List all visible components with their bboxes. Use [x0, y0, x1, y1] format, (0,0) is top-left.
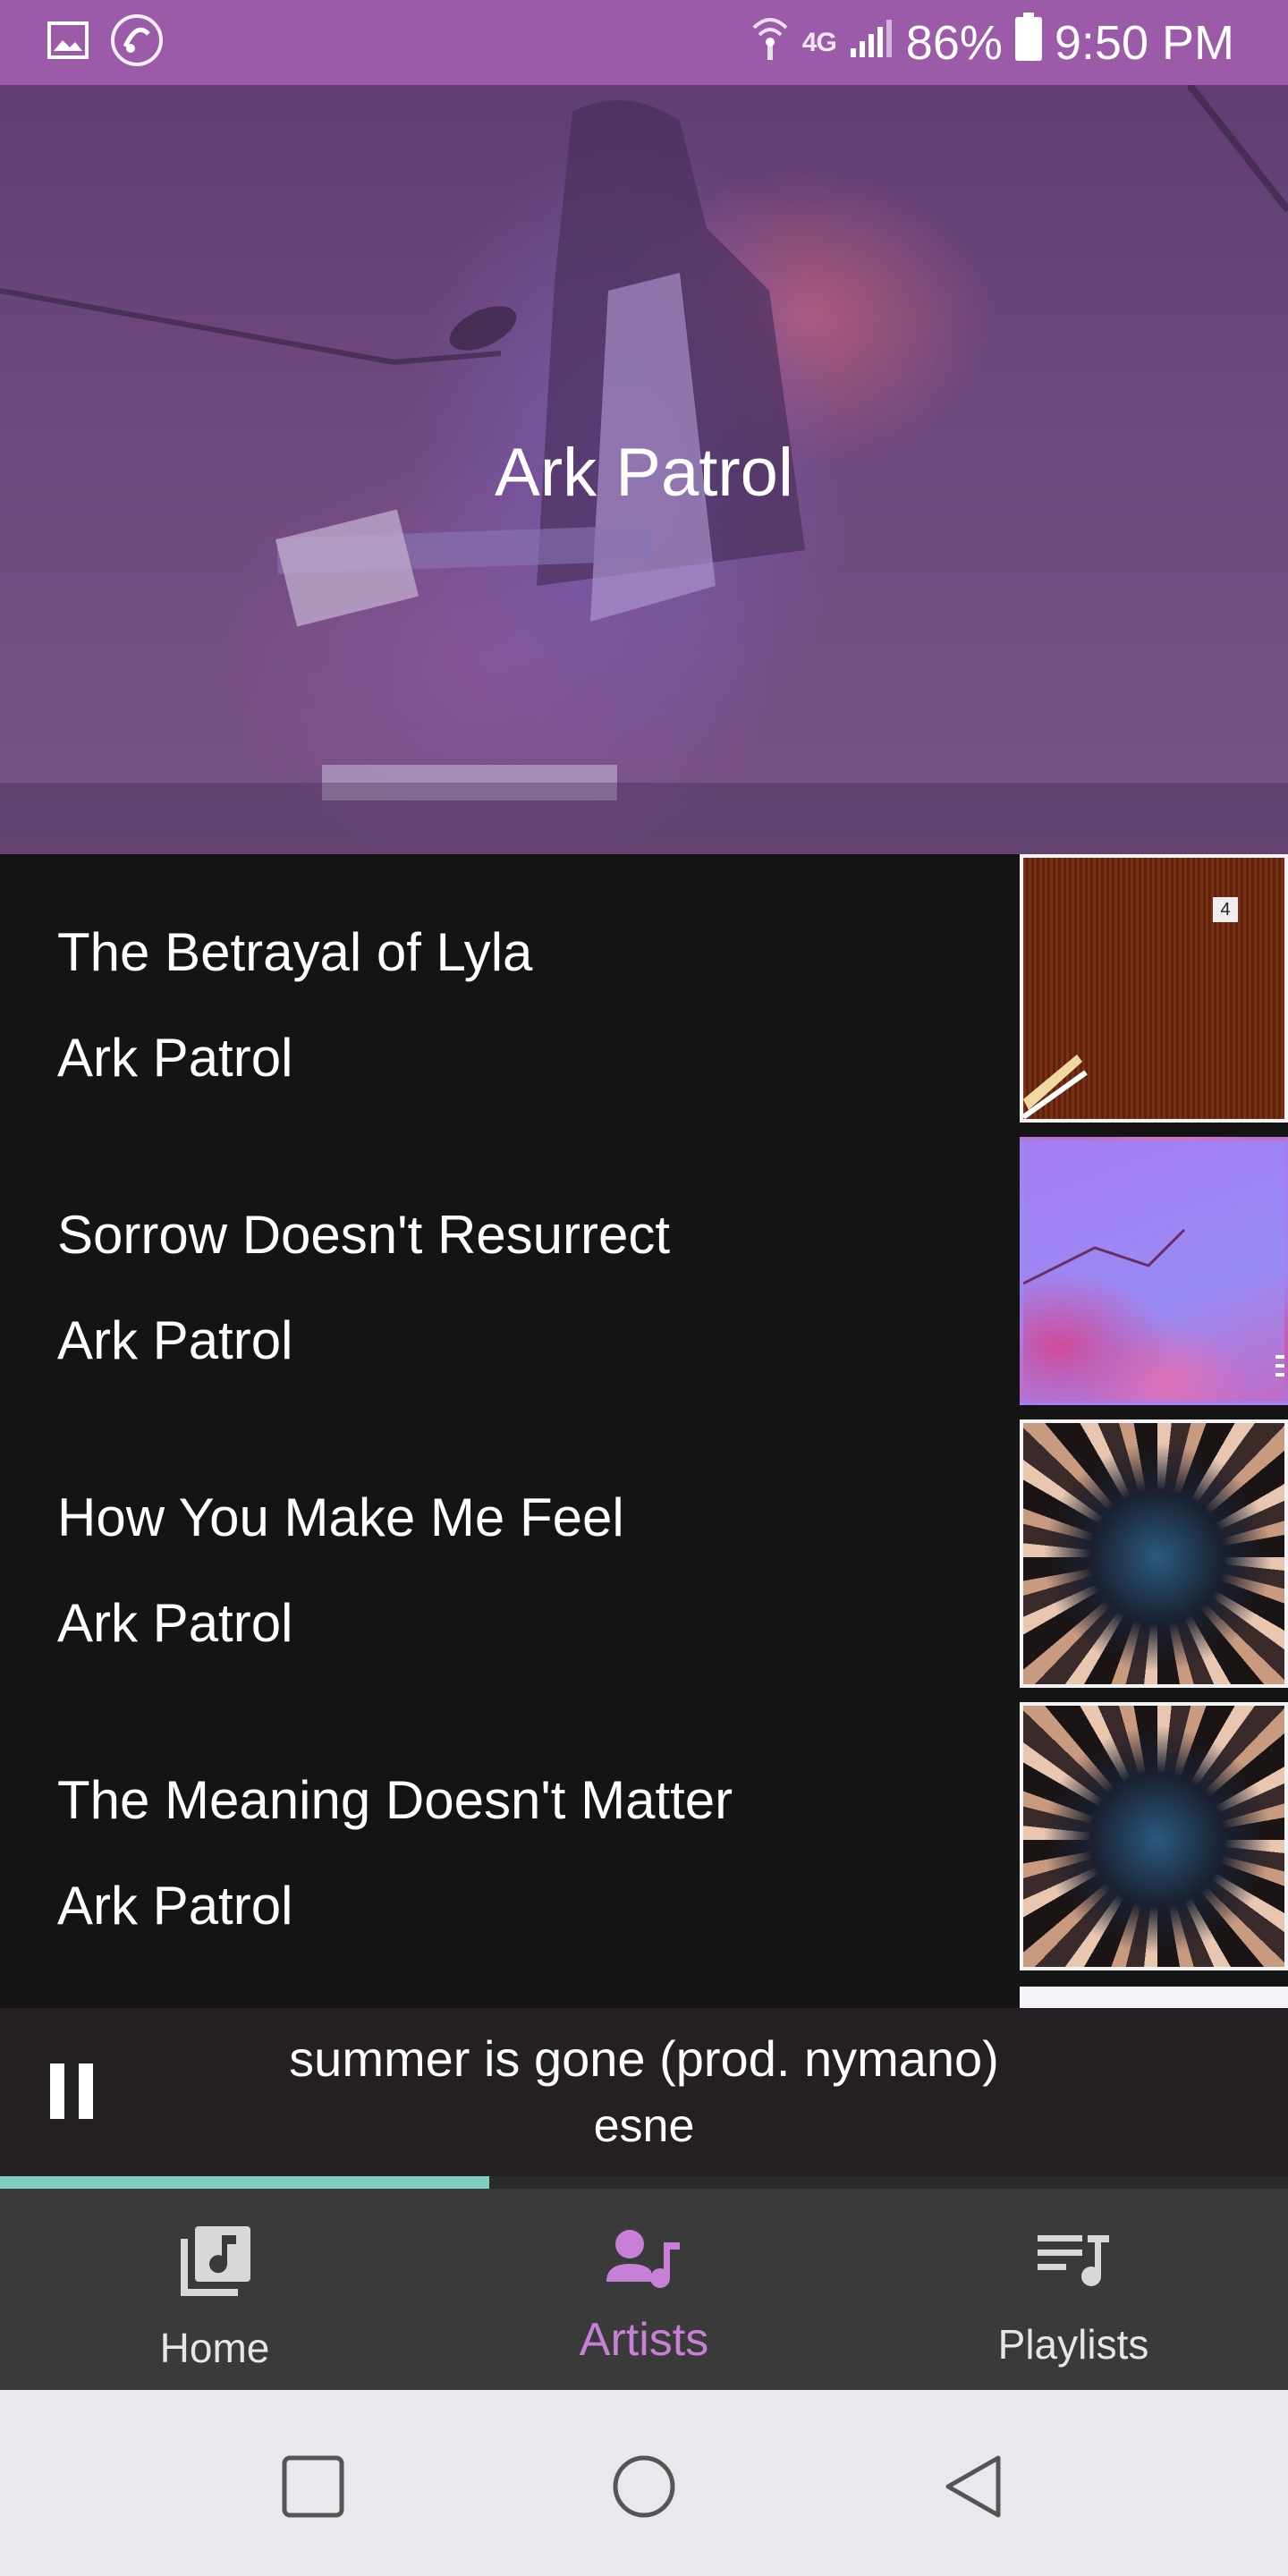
nav-home-label: Home [159, 2325, 270, 2371]
recent-apps-button[interactable] [277, 2451, 349, 2522]
artist-hero: Ark Patrol [0, 85, 1288, 854]
nav-artists[interactable]: Artists [429, 2189, 859, 2390]
artist-name-title: Ark Patrol [495, 435, 793, 511]
album-art [1020, 1702, 1288, 1970]
status-left [47, 13, 165, 72]
album-art [1020, 1137, 1288, 1405]
album-art-partial [1020, 1987, 1288, 2008]
playback-progress-fill [0, 2176, 490, 2189]
artist-icon [606, 2224, 682, 2301]
status-right: 4G 86% 9:50 PM [750, 12, 1234, 73]
square-icon [282, 2455, 344, 2518]
album-art: 4 [1020, 854, 1288, 1123]
bottom-nav: Home Artists Playlists [0, 2189, 1288, 2390]
music-library-icon [177, 2224, 252, 2304]
circle-icon [613, 2455, 675, 2518]
home-button[interactable] [608, 2451, 680, 2522]
track-row[interactable]: How You Make Me Feel Ark Patrol [0, 1419, 1288, 1702]
screen: 4G 86% 9:50 PM Ark Patrol The Betrayal o… [0, 0, 1288, 2576]
track-row[interactable]: Sorrow Doesn't Resurrect Ark Patrol [0, 1137, 1288, 1419]
track-artist: Ark Patrol [57, 1593, 293, 1653]
nav-playlists-label: Playlists [997, 2321, 1149, 2368]
triangle-back-icon [945, 2455, 1001, 2518]
nav-playlists[interactable]: Playlists [859, 2189, 1288, 2390]
signal-icon [849, 15, 894, 71]
nav-home[interactable]: Home [0, 2189, 429, 2390]
track-row[interactable]: The Meaning Doesn't Matter Ark Patrol [0, 1702, 1288, 1985]
system-nav-bar [0, 2390, 1288, 2576]
status-bar: 4G 86% 9:50 PM [0, 0, 1288, 85]
track-title: Sorrow Doesn't Resurrect [57, 1205, 671, 1265]
album-art [1020, 1419, 1288, 1688]
now-playing-bar[interactable]: summer is gone (prod. nymano) esne [0, 2008, 1288, 2176]
network-type: 4G [801, 27, 837, 57]
playback-progress[interactable] [0, 2176, 1288, 2189]
sync-icon [109, 13, 165, 72]
track-row[interactable]: The Betrayal of Lyla Ark Patrol 4 [0, 854, 1288, 1137]
back-button[interactable] [939, 2451, 1011, 2522]
track-list[interactable]: The Betrayal of Lyla Ark Patrol 4 Sorrow… [0, 854, 1288, 2008]
track-artist: Ark Patrol [57, 1310, 293, 1370]
now-playing-artist: esne [593, 2100, 695, 2152]
wifi-calling-icon [750, 12, 790, 73]
battery-percent: 86% [905, 15, 1003, 70]
track-artist: Ark Patrol [57, 1876, 293, 1936]
battery-icon [1014, 13, 1042, 72]
playlist-icon [1036, 2224, 1111, 2301]
gallery-icon [47, 21, 89, 64]
track-title: The Meaning Doesn't Matter [57, 1770, 733, 1830]
track-title: The Betrayal of Lyla [57, 922, 533, 982]
track-artist: Ark Patrol [57, 1028, 293, 1088]
track-title: How You Make Me Feel [57, 1487, 624, 1547]
clock: 9:50 PM [1054, 15, 1234, 70]
nav-artists-label: Artists [579, 2314, 709, 2366]
now-playing-title: summer is gone (prod. nymano) [289, 2030, 999, 2087]
